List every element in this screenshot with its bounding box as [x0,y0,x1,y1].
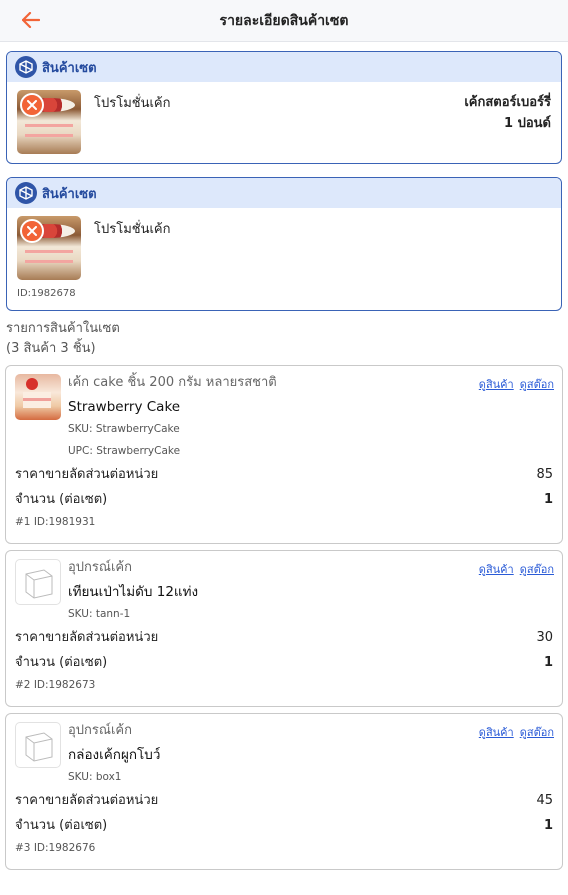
qty-row: จำนวน (ต่อเซต) 1 [15,487,553,512]
item-sku: SKU: box1 [68,771,122,783]
page-title: รายละเอียดสินค้าเซต [219,12,349,29]
qty-value: 1 [543,492,553,507]
item-ref: #2 ID:1982673 [15,679,96,691]
qty-value: 1 [543,655,553,670]
item-name: Strawberry Cake [68,399,181,415]
qty-label: จำนวน (ต่อเซต) [15,492,108,507]
set-card-title: สินค้าเซต [42,60,97,76]
set-product-name: โปรโมชั่นเค้ก [94,222,171,237]
product-image[interactable] [15,559,61,605]
variant-line: 1 ปอนด์ [504,116,551,131]
view-stock-link[interactable]: ดูสต๊อก [520,378,554,391]
close-icon [20,93,44,117]
qty-label: จำนวน (ต่อเซต) [15,655,108,670]
price-value: 30 [536,630,553,645]
arrow-left-icon [22,12,40,28]
set-items-heading: รายการสินค้าในเซต (3 สินค้า 3 ชิ้น) [6,319,562,359]
price-label: ราคาขายลัดส่วนต่อหน่วย [15,467,159,482]
view-stock-link[interactable]: ดูสต๊อก [520,726,554,739]
item-upc: UPC: StrawberryCake [68,445,181,457]
product-image[interactable] [15,374,61,420]
item-name: กล่องเค้กผูกโบว์ [68,747,161,763]
list-item: ดูสินค้า ดูสต๊อก อุปกรณ์เค้ก กล่องเค้กผูก… [5,713,563,870]
qty-row: จำนวน (ต่อเซต) 1 [15,650,553,675]
list-item: ดูสินค้า ดูสต๊อก อุปกรณ์เค้ก เทียนเป่าไม่… [5,550,563,707]
back-button[interactable] [20,9,42,31]
price-row: ราคาขายลัดส่วนต่อหน่วย 30 [15,625,553,650]
price-row: ราคาขายลัดส่วนต่อหน่วย 85 [15,462,553,487]
set-variant: เค้กสตอร์เบอร์รี่ 1 ปอนด์ [464,92,551,134]
qty-label: จำนวน (ต่อเซต) [15,818,108,833]
product-thumbnail[interactable] [17,216,81,280]
set-card: สินค้าเซต โปรโมชั่นเค้ก ID:1982678 [6,177,562,311]
set-product-name: โปรโมชั่นเค้ก [94,96,171,111]
price-label: ราคาขายลัดส่วนต่อหน่วย [15,630,159,645]
box-set-icon [15,182,37,204]
set-card-header: สินค้าเซต [7,52,561,82]
set-card-title: สินค้าเซต [42,186,97,202]
view-product-link[interactable]: ดูสินค้า [479,726,514,739]
set-id: ID:1982678 [17,288,76,299]
product-thumbnail[interactable] [17,90,81,154]
set-card: สินค้าเซต โปรโมชั่นเค้ก เค้กสตอร์เบอร์รี… [6,51,562,164]
product-image[interactable] [15,722,61,768]
price-value: 45 [536,793,553,808]
price-label: ราคาขายลัดส่วนต่อหน่วย [15,793,159,808]
item-ref: #1 ID:1981931 [15,516,96,528]
view-product-link[interactable]: ดูสินค้า [479,563,514,576]
item-name: เทียนเป่าไม่ดับ 12แท่ง [68,584,199,600]
top-bar: รายละเอียดสินค้าเซต [0,0,568,42]
list-item: ดูสินค้า ดูสต๊อก เค้ก cake ชิ้น 200 กรัม … [5,365,563,544]
qty-row: จำนวน (ต่อเซต) 1 [15,813,553,838]
variant-line: เค้กสตอร์เบอร์รี่ [464,95,551,110]
item-ref: #3 ID:1982676 [15,842,96,854]
view-product-link[interactable]: ดูสินค้า [479,378,514,391]
view-stock-link[interactable]: ดูสต๊อก [520,563,554,576]
price-row: ราคาขายลัดส่วนต่อหน่วย 45 [15,788,553,813]
set-card-header: สินค้าเซต [7,178,561,208]
box-set-icon [15,56,37,78]
item-sku: SKU: StrawberryCake [68,423,180,435]
qty-value: 1 [543,818,553,833]
item-sku: SKU: tann-1 [68,608,131,620]
set-items-count: (3 สินค้า 3 ชิ้น) [6,341,96,356]
set-items-label: รายการสินค้าในเซต [6,321,120,336]
close-icon [20,219,44,243]
price-value: 85 [536,467,553,482]
